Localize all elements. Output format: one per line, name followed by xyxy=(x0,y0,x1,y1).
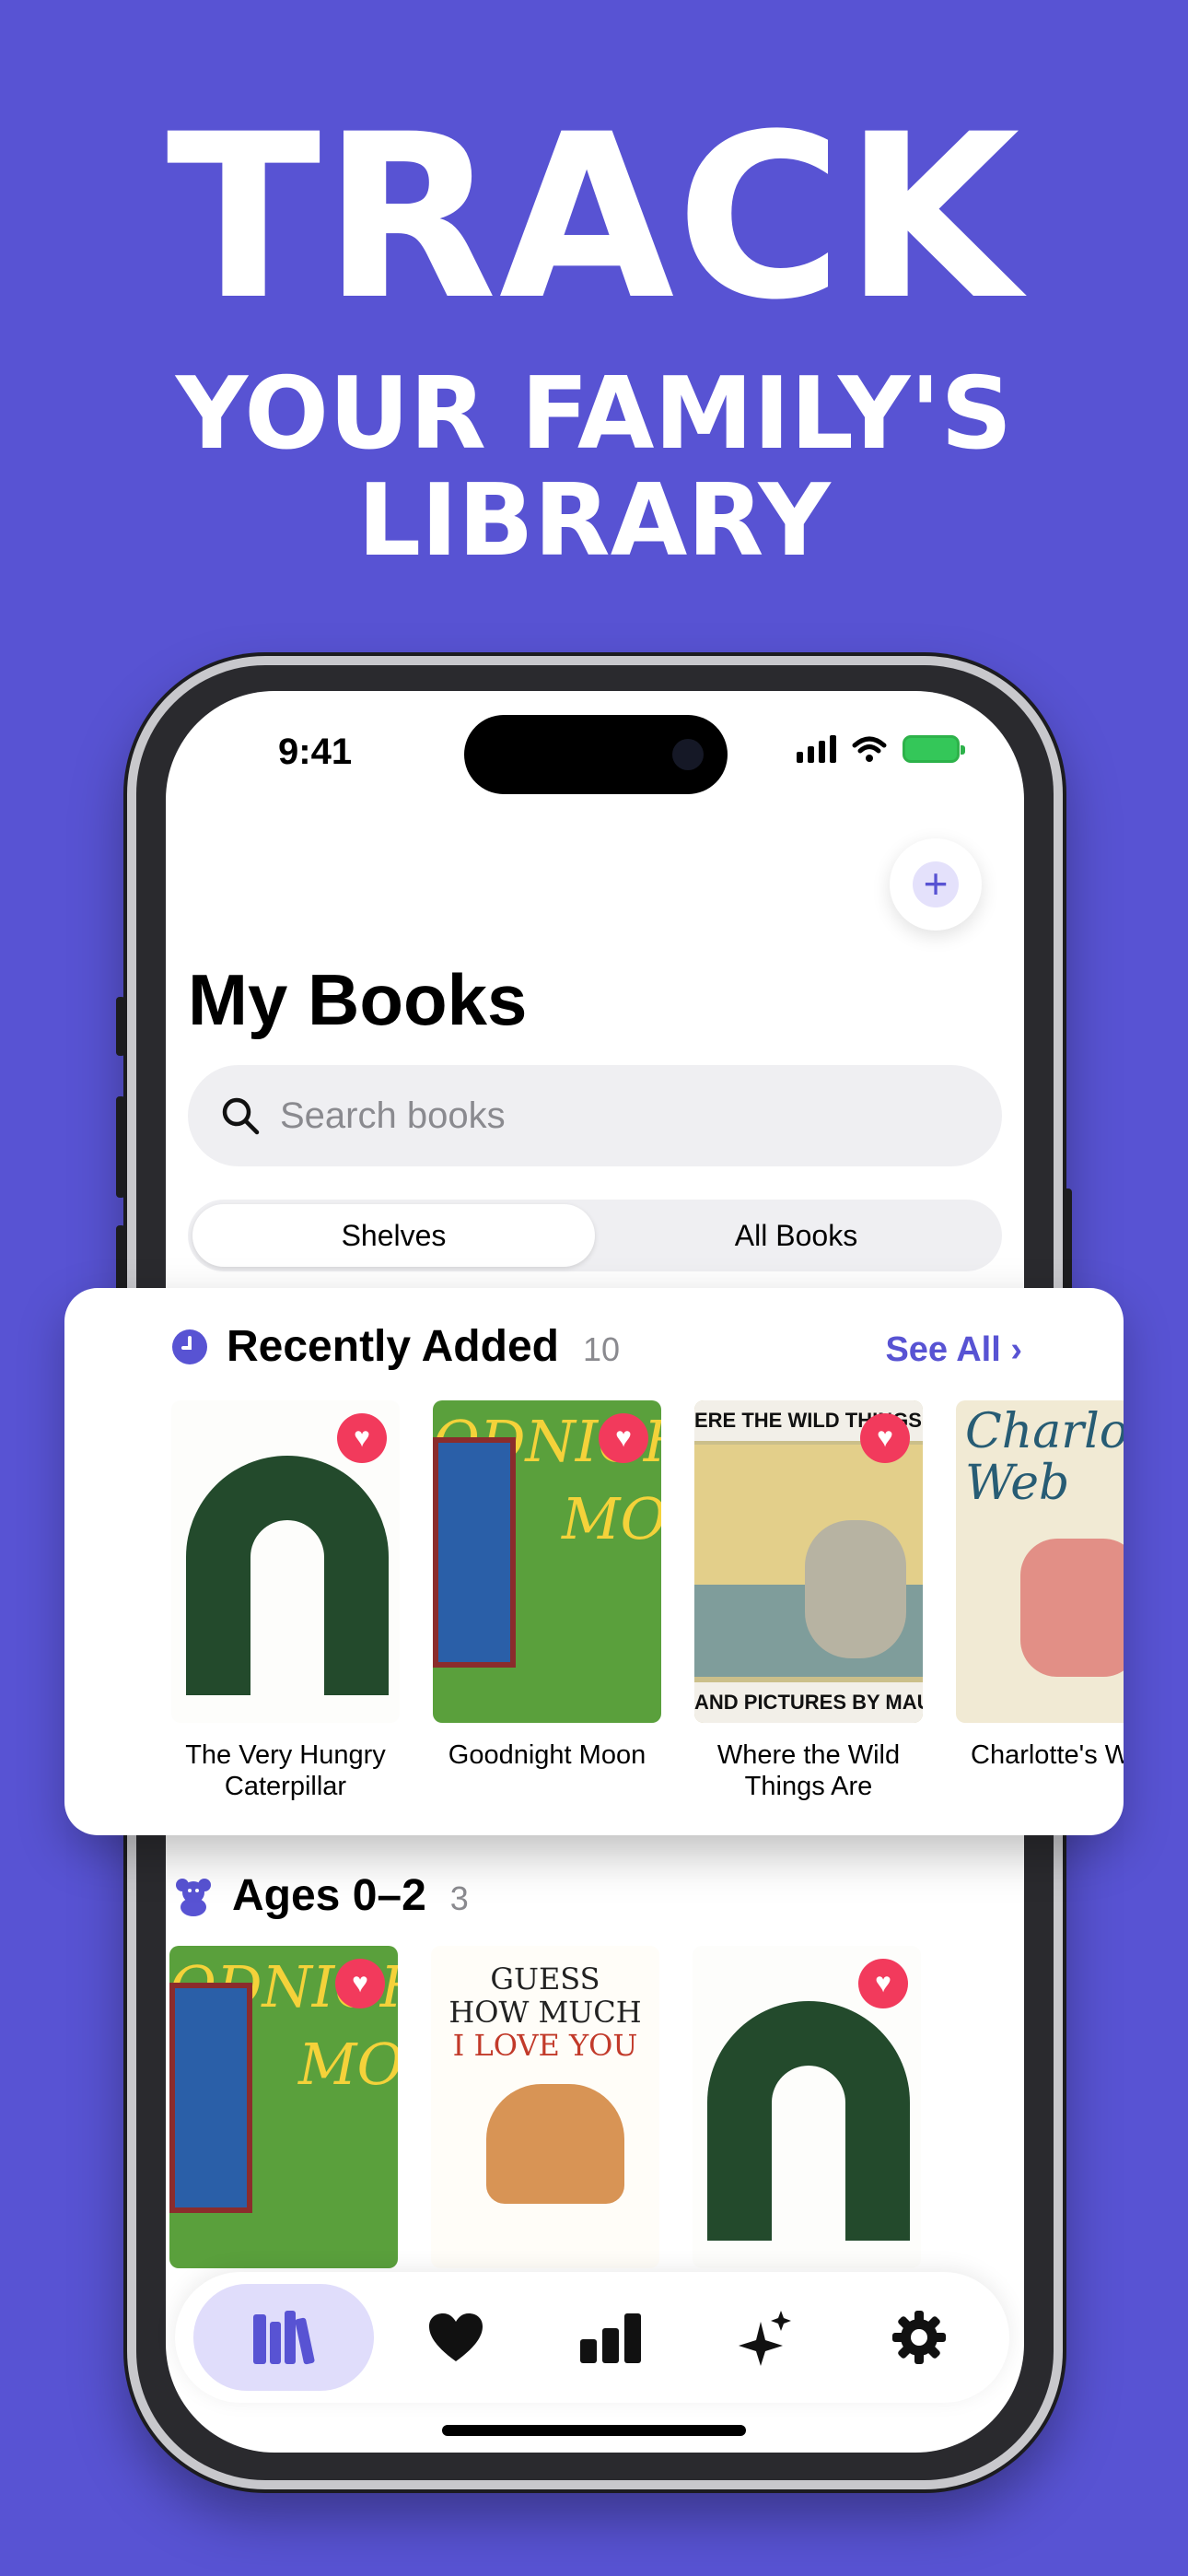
headline-line2: YOUR FAMILY'S xyxy=(175,357,1013,472)
book-card[interactable]: ♥ xyxy=(693,1946,921,2268)
recently-added-books-row: ♥ The Very Hungry Caterpillar ODNIGHT MO… xyxy=(171,1400,1124,1802)
book-card[interactable]: ODNIGHT MOO ♥ Goodnight Moon xyxy=(433,1400,661,1802)
book-card[interactable]: ERE THE WILD THINGS A AND PICTURES BY MA… xyxy=(694,1400,923,1802)
book-title-line: The Very Hungry xyxy=(185,1740,386,1770)
book-title-line: Goodnight Moon xyxy=(448,1740,646,1770)
recently-added-card: Recently Added 10 See All › ♥ The Very H… xyxy=(64,1288,1124,1835)
book-cover: ♥ xyxy=(171,1400,400,1723)
cover-title: MOO xyxy=(562,1485,661,1552)
see-all-link[interactable]: See All › xyxy=(885,1330,1022,1370)
headline-subtitle: YOUR FAMILY'S LIBRARY xyxy=(0,361,1188,575)
wifi-icon xyxy=(852,736,887,762)
favorite-heart-icon[interactable]: ♥ xyxy=(860,1413,910,1463)
book-card[interactable]: GUESS HOW MUCH I LOVE YOU xyxy=(431,1946,659,2268)
heart-icon xyxy=(429,2313,483,2361)
clock-icon xyxy=(172,1329,207,1364)
phone-volume-up xyxy=(116,1096,125,1198)
headline-track: TRACK xyxy=(166,87,1022,350)
book-title: Where the Wild Things Are xyxy=(694,1739,923,1802)
add-book-button[interactable]: + xyxy=(890,838,982,931)
recently-added-count: 10 xyxy=(582,1329,621,1368)
tab-bar xyxy=(175,2272,1009,2403)
favorite-heart-icon[interactable]: ♥ xyxy=(335,1959,385,2008)
favorite-heart-icon[interactable]: ♥ xyxy=(858,1959,908,2008)
book-title: Goodnight Moon xyxy=(433,1739,661,1771)
recently-added-title: Recently Added xyxy=(227,1322,559,1371)
book-cover: ♥ xyxy=(693,1946,921,2268)
ages-section-title: Ages 0–2 xyxy=(232,1871,426,1920)
tab-settings[interactable] xyxy=(847,2284,991,2391)
book-card[interactable]: Charlotte's Web Charlotte's W xyxy=(956,1400,1124,1802)
book-title-line: Where the Wild xyxy=(716,1740,901,1770)
dynamic-island xyxy=(464,715,728,794)
book-card[interactable]: ODNIGHT MOO ♥ xyxy=(169,1946,398,2268)
cellular-icon xyxy=(797,735,836,763)
see-all-label: See All xyxy=(885,1330,1001,1369)
book-card[interactable]: ♥ The Very Hungry Caterpillar xyxy=(171,1400,400,1802)
battery-icon xyxy=(903,735,965,763)
status-time: 9:41 xyxy=(278,732,353,772)
cover-title: GUESS HOW MUCH I LOVE YOU xyxy=(431,1962,659,2062)
headline-line3: LIBRARY xyxy=(357,463,831,579)
tab-favorites[interactable] xyxy=(384,2284,528,2391)
page-title: My Books xyxy=(188,959,528,1040)
status-icons xyxy=(797,735,965,763)
book-cover: ERE THE WILD THINGS A AND PICTURES BY MA… xyxy=(694,1400,923,1723)
tab-library[interactable] xyxy=(192,2284,374,2391)
ages-section-count: 3 xyxy=(449,1879,469,1917)
segment-all-books[interactable]: All Books xyxy=(595,1204,997,1267)
ages-section-header: Ages 0–2 3 xyxy=(173,1870,469,1921)
cover-title-line: GUESS xyxy=(490,1961,600,1996)
search-placeholder: Search books xyxy=(280,1095,506,1136)
chevron-right-icon: › xyxy=(1010,1330,1022,1369)
search-icon xyxy=(222,1097,260,1135)
favorite-heart-icon[interactable]: ♥ xyxy=(337,1413,387,1463)
cover-title-line: HOW MUCH xyxy=(448,1995,642,2030)
cover-title: MOO xyxy=(298,2031,398,2098)
tab-stats[interactable] xyxy=(539,2284,682,2391)
teddy-bear-icon xyxy=(176,1878,211,1916)
cover-credit: AND PICTURES BY MAURICE SE xyxy=(694,1682,923,1723)
book-cover: ODNIGHT MOO ♥ xyxy=(169,1946,398,2268)
stats-icon xyxy=(579,2313,641,2363)
gear-icon xyxy=(892,2311,947,2364)
cover-title-line: I LOVE YOU xyxy=(452,2028,638,2063)
cover-title: Charlotte's Web xyxy=(965,1404,1124,1511)
camera-icon xyxy=(672,739,704,770)
plus-icon: + xyxy=(913,861,959,907)
book-title-line: Caterpillar xyxy=(224,1772,347,1801)
favorite-heart-icon[interactable]: ♥ xyxy=(599,1413,648,1463)
home-indicator[interactable] xyxy=(442,2425,746,2436)
library-icon xyxy=(252,2311,315,2365)
ages-books-row: ODNIGHT MOO ♥ GUESS HOW MUCH I LOVE YOU … xyxy=(169,1946,921,2268)
search-input[interactable]: Search books xyxy=(188,1065,1002,1166)
book-title: The Very Hungry Caterpillar xyxy=(171,1739,400,1802)
book-title-line: Things Are xyxy=(744,1772,873,1801)
sparkles-icon xyxy=(738,2311,791,2366)
book-title-line: Charlotte's W xyxy=(971,1740,1124,1770)
phone-mute-switch xyxy=(116,997,125,1056)
segmented-control: Shelves All Books xyxy=(188,1200,1002,1271)
book-cover: GUESS HOW MUCH I LOVE YOU xyxy=(431,1946,659,2268)
recently-added-header: Recently Added 10 xyxy=(171,1321,620,1372)
tab-discover[interactable] xyxy=(693,2284,837,2391)
book-cover: Charlotte's Web xyxy=(956,1400,1124,1723)
book-title: Charlotte's W xyxy=(956,1739,1124,1771)
segment-shelves[interactable]: Shelves xyxy=(192,1204,595,1267)
book-cover: ODNIGHT MOO ♥ xyxy=(433,1400,661,1723)
